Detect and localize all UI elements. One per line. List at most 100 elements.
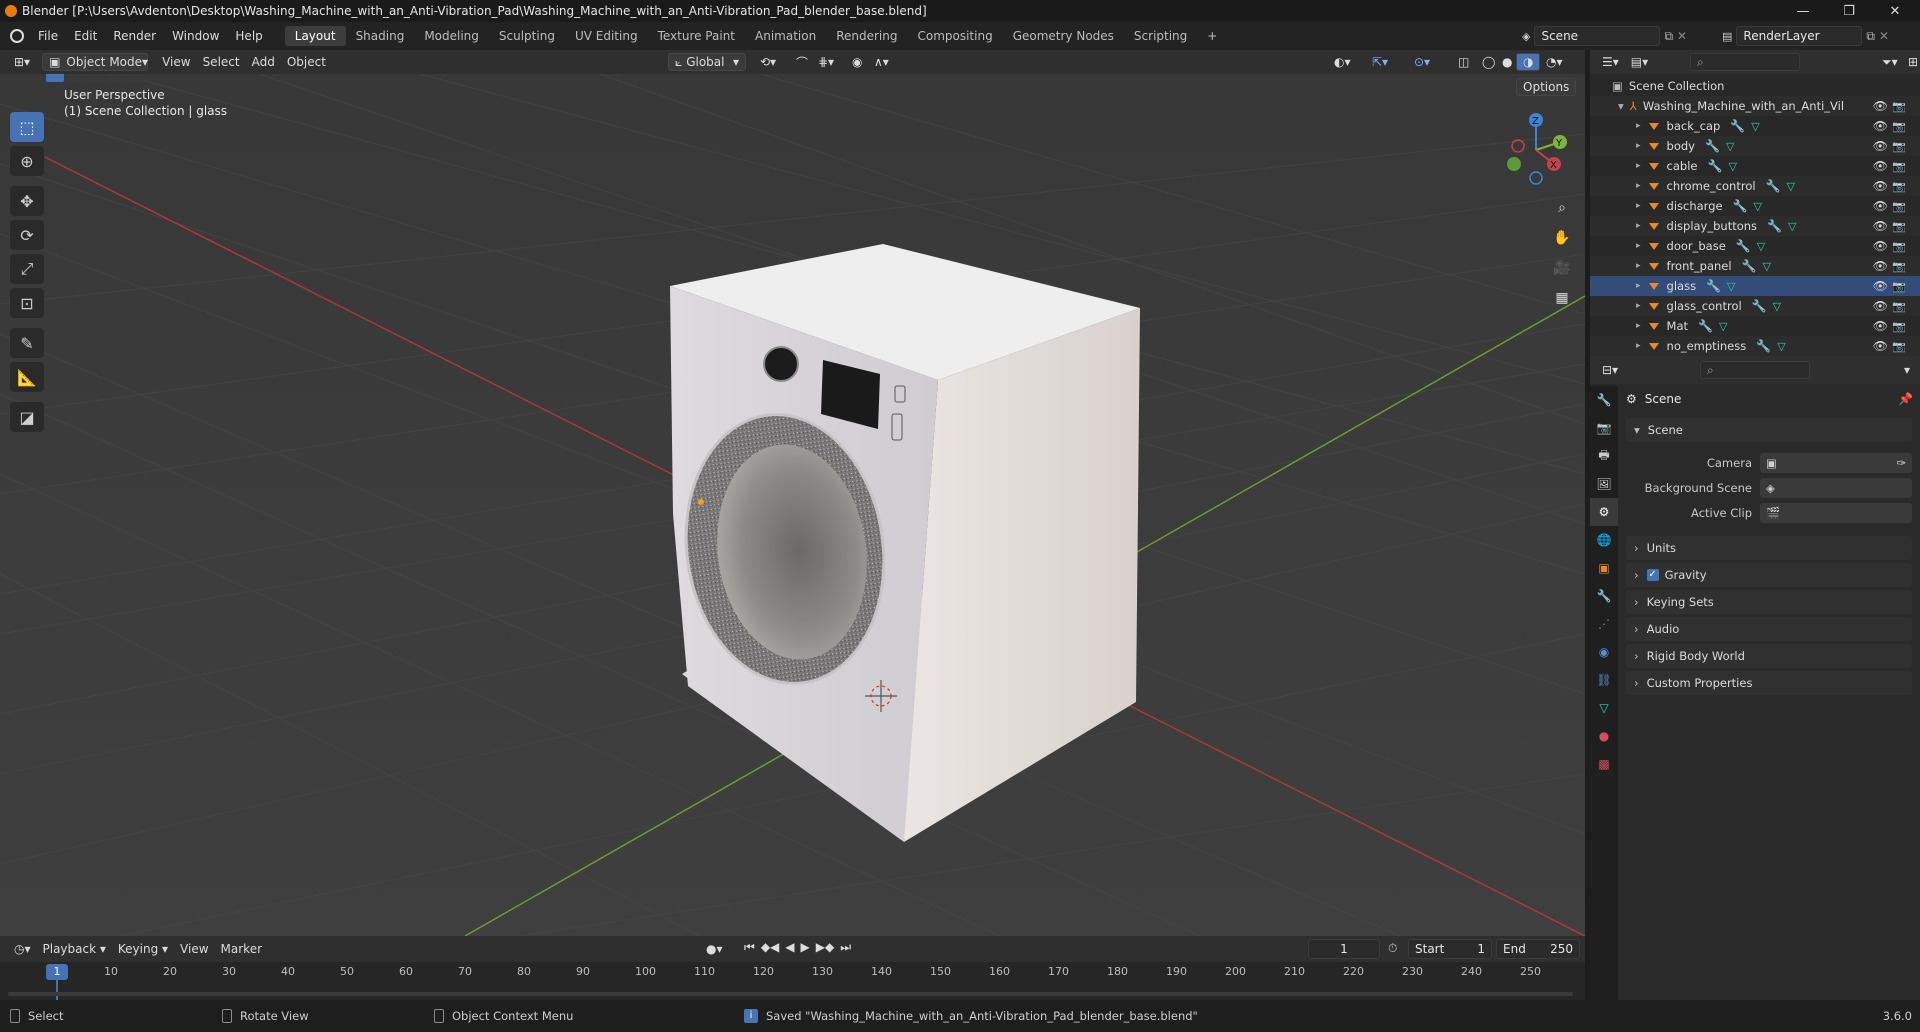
viewport-menu-select[interactable]: Select [197, 53, 246, 71]
mesh-data-icon[interactable]: ▽ [1763, 260, 1771, 273]
expand-icon[interactable]: ▸ [1636, 281, 1641, 291]
jump-start-icon[interactable]: ⏮ [744, 940, 755, 955]
workspace-tab-rendering[interactable]: Rendering [826, 26, 907, 46]
eye-icon[interactable]: 👁 [1873, 99, 1888, 113]
cursor-tool-icon[interactable]: ⊕ [10, 146, 44, 176]
jump-keyframe-back-icon[interactable]: ◆◀ [761, 940, 779, 955]
select-invert-icon[interactable] [106, 74, 124, 82]
modifier-icon[interactable]: 🔧 [1707, 159, 1722, 173]
delete-view-layer-icon[interactable]: ✕ [1879, 29, 1889, 43]
transform-tool-icon[interactable]: ⊡ [10, 288, 44, 318]
view-layer-tab-icon[interactable]: 🖼 [1590, 470, 1618, 498]
rotate-tool-icon[interactable]: ⟳ [10, 220, 44, 250]
outliner-object-row[interactable]: ▸ chrome_control 🔧 ▽ 👁 📷 [1590, 176, 1920, 196]
new-view-layer-icon[interactable]: ⧉ [1866, 29, 1875, 44]
material-preview-shading-icon[interactable]: ◑ [1516, 53, 1541, 71]
render-tab-icon[interactable]: 📷 [1590, 414, 1618, 442]
outliner-object-row[interactable]: ▸ body 🔧 ▽ 👁 📷 [1590, 136, 1920, 156]
measure-tool-icon[interactable]: 📐 [10, 362, 44, 392]
viewport-menu-view[interactable]: View [156, 53, 196, 71]
pin-icon[interactable]: 📌 [1898, 392, 1913, 406]
play-icon[interactable]: ▶ [801, 940, 810, 955]
stopwatch-icon[interactable]: ⏱ [1388, 941, 1397, 956]
eye-icon[interactable]: 👁 [1873, 239, 1888, 253]
workspace-tab-modeling[interactable]: Modeling [414, 26, 489, 46]
expand-icon[interactable]: ▸ [1636, 341, 1641, 351]
expand-icon[interactable]: ▸ [1636, 241, 1641, 251]
outliner-object-row[interactable]: ▸ door_base 🔧 ▽ 👁 📷 [1590, 236, 1920, 256]
workspace-tab-sculpting[interactable]: Sculpting [489, 26, 565, 46]
menu-edit[interactable]: Edit [66, 29, 105, 43]
outliner-object-row[interactable]: ▸ Mat 🔧 ▽ 👁 📷 [1590, 316, 1920, 336]
annotate-tool-icon[interactable]: ✎ [10, 328, 44, 358]
expand-icon[interactable]: ▸ [1636, 141, 1641, 151]
mesh-data-icon[interactable]: ▽ [1726, 140, 1734, 153]
modifier-icon[interactable]: 🔧 [1733, 199, 1748, 213]
expand-icon[interactable]: ▸ [1636, 121, 1641, 131]
outliner-object-row[interactable]: ▸ display_buttons 🔧 ▽ 👁 📷 [1590, 216, 1920, 236]
render-camera-icon[interactable]: 📷 [1892, 100, 1906, 113]
options-button[interactable]: Options [1516, 78, 1577, 96]
outliner-editor-type-icon[interactable]: ☰▾ [1596, 53, 1625, 71]
mesh-data-icon[interactable]: ▽ [1728, 160, 1736, 173]
eyedropper-icon[interactable]: ✑ [1896, 456, 1906, 470]
start-frame-field[interactable]: Start 1 [1408, 939, 1492, 959]
expand-icon[interactable]: ▸ [1636, 321, 1641, 331]
delete-scene-icon[interactable]: ✕ [1677, 29, 1687, 43]
tool-tab-icon[interactable]: 🔧 [1590, 386, 1618, 414]
outliner-object-row[interactable]: ▸ glass_control 🔧 ▽ 👁 📷 [1590, 296, 1920, 316]
menu-help[interactable]: Help [227, 29, 270, 43]
custom-properties-section[interactable]: › Custom Properties [1626, 671, 1912, 695]
constraints-tab-icon[interactable]: ⛓ [1590, 666, 1618, 694]
select-box-tool-icon[interactable]: ⬚ [10, 112, 44, 142]
eye-icon[interactable]: 👁 [1873, 279, 1888, 293]
menu-window[interactable]: Window [164, 29, 227, 43]
workspace-tab-shading[interactable]: Shading [346, 26, 415, 46]
mode-dropdown[interactable]: ▣ Object Mode ▾ [42, 53, 149, 71]
rendered-shading-icon[interactable]: ◔▾ [1540, 53, 1569, 71]
render-camera-icon[interactable]: 📷 [1892, 260, 1906, 273]
outliner-object-row[interactable]: ▸ no_emptiness 🔧 ▽ 👁 📷 [1590, 336, 1920, 356]
jump-keyframe-forward-icon[interactable]: ▶◆ [816, 940, 834, 955]
timeline-menu-view[interactable]: View [174, 940, 214, 958]
mesh-data-icon[interactable]: ▽ [1727, 280, 1735, 293]
snap-toggle-icon[interactable]: ⌒ [790, 53, 814, 71]
new-collection-icon[interactable]: ⊞ [1902, 53, 1920, 71]
eye-icon[interactable]: 👁 [1873, 319, 1888, 333]
modifier-icon[interactable]: 🔧 [1766, 179, 1781, 193]
select-subtract-icon[interactable] [86, 74, 104, 82]
keying-sets-section[interactable]: › Keying Sets [1626, 590, 1912, 614]
modifier-icon[interactable]: 🔧 [1767, 219, 1782, 233]
expand-icon[interactable]: ▾ [1618, 99, 1624, 113]
menu-file[interactable]: File [30, 29, 66, 43]
perspective-toggle-icon[interactable]: ▦ [1548, 284, 1576, 312]
render-camera-icon[interactable]: 📷 [1892, 200, 1906, 213]
expand-icon[interactable]: ▸ [1636, 261, 1641, 271]
modifier-icon[interactable]: 🔧 [1756, 339, 1771, 353]
eye-icon[interactable]: 👁 [1873, 259, 1888, 273]
view-layer-icon[interactable]: ▤ [1722, 30, 1732, 43]
expand-icon[interactable]: ▸ [1636, 221, 1641, 231]
expand-icon[interactable]: ▸ [1636, 301, 1641, 311]
timeline-area[interactable]: 10 20 30 40 50 60 70 80 90 100 110 120 130 140 150 160 1… [0, 962, 1585, 1000]
3d-viewport[interactable]: User Perspective (1) Scene Collection | … [0, 74, 1585, 936]
audio-section[interactable]: › Audio [1626, 617, 1912, 641]
render-camera-icon[interactable]: 📷 [1892, 120, 1906, 133]
units-section[interactable]: › Units [1626, 536, 1912, 560]
expand-icon[interactable]: ▸ [1636, 161, 1641, 171]
timeline-menu-playback[interactable]: Playback ▾ [37, 940, 112, 958]
outliner-object-row[interactable]: ▸ discharge 🔧 ▽ 👁 📷 [1590, 196, 1920, 216]
gravity-section[interactable]: › ✓ Gravity [1626, 563, 1912, 587]
maximize-button[interactable]: ❐ [1826, 0, 1872, 22]
scene-selector-icon[interactable]: ◈ [1522, 30, 1530, 43]
pan-hand-icon[interactable]: ✋ [1548, 224, 1576, 252]
outliner-object-row[interactable]: ▸ cable 🔧 ▽ 👁 📷 [1590, 156, 1920, 176]
mesh-data-icon[interactable]: ▽ [1754, 200, 1762, 213]
view-layer-field[interactable]: RenderLayer [1736, 26, 1863, 46]
modifier-tab-icon[interactable]: 🔧 [1590, 582, 1618, 610]
particles-tab-icon[interactable]: ⋰ [1590, 610, 1618, 638]
snap-target-icon[interactable]: ⋕▾ [812, 53, 840, 71]
move-tool-icon[interactable]: ✥ [10, 186, 44, 216]
eye-icon[interactable]: 👁 [1873, 339, 1888, 353]
render-camera-icon[interactable]: 📷 [1892, 220, 1906, 233]
